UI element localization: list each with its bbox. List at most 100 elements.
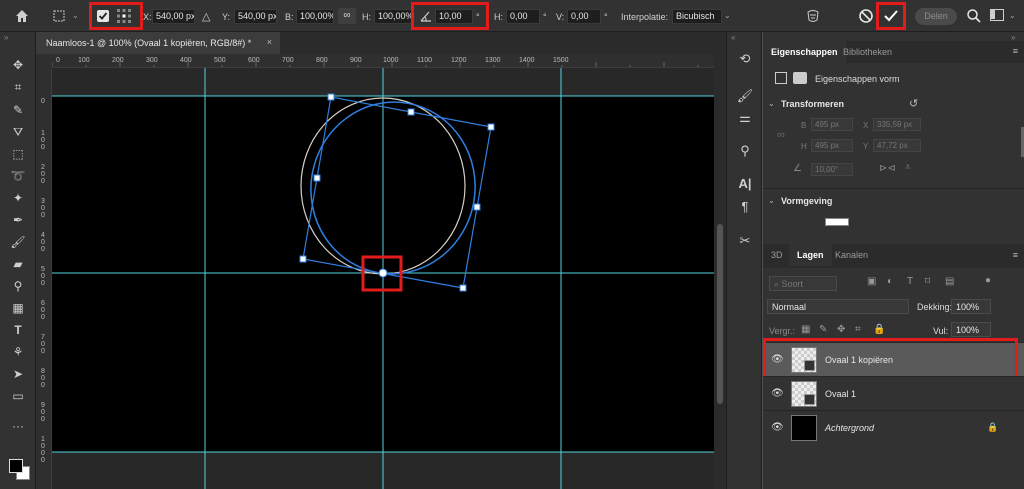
tab-layers[interactable]: Lagen <box>789 244 832 266</box>
transform-tool-icon[interactable] <box>52 9 66 23</box>
appearance-section-title[interactable]: Vormgeving <box>781 196 832 206</box>
more-tools-icon[interactable]: ··· <box>8 417 28 435</box>
layer-row[interactable]: 👁 Achtergrond 🔒 <box>763 410 1024 444</box>
x-position-input[interactable]: 540,00 px <box>152 9 195 24</box>
layer-row[interactable]: 👁 Ovaal 1 <box>763 376 1024 410</box>
document-tab[interactable]: Naamloos-1 @ 100% (Ovaal 1 kopiëren, RGB… <box>36 32 280 54</box>
transform-section-title[interactable]: Transformeren <box>781 99 844 109</box>
layer-name[interactable]: Ovaal 1 <box>825 389 856 399</box>
clone-stamp-tool-icon[interactable]: ⚲ <box>8 277 28 295</box>
eraser-tool-icon[interactable]: ▰ <box>8 255 28 273</box>
tab-3d[interactable]: 3D <box>763 244 791 266</box>
height-input[interactable]: 100,00% <box>374 9 412 24</box>
lock-position-icon[interactable]: ✥ <box>837 324 845 335</box>
flip-vertical-icon[interactable]: ⩡ <box>905 162 911 173</box>
artboard-tool-icon[interactable]: ⌗ <box>8 78 28 96</box>
eyedropper-tool-icon[interactable]: ✎ <box>8 101 28 119</box>
link-icon[interactable]: ∞ <box>338 8 356 24</box>
lasso-tool-icon[interactable]: ➰ <box>8 167 28 185</box>
cancel-transform-icon[interactable] <box>858 8 874 24</box>
fill-input[interactable]: 100% <box>951 322 991 337</box>
close-icon[interactable]: × <box>267 37 272 47</box>
y-position-input[interactable]: 540,00 px <box>234 9 277 24</box>
chevron-down-icon[interactable]: ⌄ <box>724 11 731 20</box>
share-button[interactable]: Delen <box>915 8 957 25</box>
move-tool-icon[interactable]: ✥ <box>8 56 28 74</box>
canvas-drawing[interactable] <box>52 68 714 489</box>
brush-settings-icon[interactable]: 🖌 <box>735 87 755 105</box>
lock-all-icon[interactable]: 🔒 <box>873 324 885 335</box>
menu-icon[interactable]: ≡ <box>1013 46 1018 56</box>
canvas-area[interactable] <box>52 68 714 489</box>
reset-icon[interactable]: ↺ <box>909 97 918 110</box>
brush-tool-icon[interactable]: 🖌 <box>8 233 28 251</box>
home-icon[interactable] <box>14 8 30 24</box>
tools-icon[interactable]: ✂ <box>735 232 755 250</box>
path-selection-tool-icon[interactable]: ➤ <box>8 365 28 383</box>
blend-mode-select[interactable]: Normaal <box>767 299 909 314</box>
foreground-color-swatch[interactable] <box>9 459 23 473</box>
reference-point-highlight <box>89 2 143 30</box>
layer-highlight <box>763 338 1018 380</box>
workspace-icon[interactable] <box>990 9 1004 21</box>
filter-smart-icon[interactable]: ▤ <box>945 276 954 287</box>
props-x-input[interactable]: 335,59 px <box>873 118 921 131</box>
magic-wand-tool-icon[interactable]: ✦ <box>8 189 28 207</box>
fill-swatch[interactable] <box>825 218 849 226</box>
adjustments-icon[interactable]: ⚌ <box>735 109 755 127</box>
tab-channels[interactable]: Kanalen <box>827 244 876 266</box>
layer-filter-select[interactable]: ⌕ Soort <box>769 276 837 291</box>
delta-icon[interactable]: △ <box>202 10 210 23</box>
eye-icon[interactable]: 👁 <box>771 388 784 399</box>
layer-name[interactable]: Achtergrond <box>825 423 874 433</box>
vertical-scrollbar[interactable] <box>714 54 726 489</box>
props-width-input[interactable]: 495 px <box>811 118 853 131</box>
gradient-tool-icon[interactable]: ▦ <box>8 299 28 317</box>
filter-shape-icon[interactable]: ⌑ <box>925 276 930 287</box>
menu-icon[interactable]: ≡ <box>1013 250 1018 260</box>
filter-image-icon[interactable]: ▣ <box>867 276 876 287</box>
eye-icon[interactable]: 👁 <box>771 422 784 433</box>
props-height-input[interactable]: 495 px <box>811 139 853 152</box>
lock-pixels-icon[interactable]: ✎ <box>819 324 827 335</box>
props-y-input[interactable]: 47,72 px <box>873 139 921 152</box>
collapse-icon[interactable]: « <box>731 33 735 42</box>
horizontal-skew-input[interactable]: 0,00 <box>506 9 540 24</box>
collapse-icon[interactable]: » <box>4 33 8 42</box>
filter-toggle-icon[interactable]: ● <box>985 275 991 286</box>
search-icon[interactable] <box>966 8 982 24</box>
flip-horizontal-icon[interactable]: ⊳⊲ <box>879 163 896 174</box>
options-bar: ⌄ X: 540,00 px △ Y: 540,00 px B: 100,00%… <box>0 0 1024 32</box>
history-icon[interactable]: ⟲ <box>735 50 755 68</box>
opacity-input[interactable]: 100% <box>951 299 991 314</box>
chevron-down-icon[interactable]: ⌄ <box>72 11 79 20</box>
lock-artboard-icon[interactable]: ⌗ <box>855 324 861 335</box>
type-tool-icon[interactable]: T <box>8 321 28 339</box>
clone-source-icon[interactable]: ⚲ <box>735 142 755 160</box>
vertical-skew-input[interactable]: 0,00 <box>567 9 601 24</box>
rectangle-tool-icon[interactable]: ▭ <box>8 387 28 405</box>
lock-transparent-icon[interactable]: ▦ <box>801 324 810 335</box>
interpolation-select[interactable]: Bicubisch <box>672 9 722 24</box>
tab-libraries[interactable]: Bibliotheken <box>835 41 900 63</box>
marquee-tool-icon[interactable]: ⬚ <box>8 145 28 163</box>
chevron-down-icon[interactable]: ⌄ <box>768 196 775 205</box>
chevron-down-icon[interactable]: ⌄ <box>768 99 775 108</box>
paragraph-icon[interactable]: ¶ <box>735 198 755 216</box>
dodge-tool-icon[interactable]: ⚘ <box>8 343 28 361</box>
commit-highlight <box>876 2 906 30</box>
filter-adjustment-icon[interactable]: ◐ <box>887 276 893 287</box>
filter-type-icon[interactable]: T <box>907 276 913 287</box>
warp-icon[interactable] <box>805 8 821 24</box>
width-input[interactable]: 100,00% <box>296 9 334 24</box>
character-icon[interactable]: A| <box>735 175 755 193</box>
tab-properties[interactable]: Eigenschappen <box>763 41 846 63</box>
link-icon[interactable]: ∞ <box>777 129 785 141</box>
scroll-thumb[interactable] <box>717 224 723 404</box>
ruler-tick: 1000 <box>41 436 45 464</box>
x-label: X: <box>143 12 152 22</box>
paint-bucket-tool-icon[interactable]: ⛛ <box>8 123 28 141</box>
pen-tool-icon[interactable]: ✒ <box>8 211 28 229</box>
chevron-down-icon[interactable]: ⌄ <box>1009 11 1016 20</box>
props-angle-input[interactable]: 10,00° <box>811 163 853 176</box>
